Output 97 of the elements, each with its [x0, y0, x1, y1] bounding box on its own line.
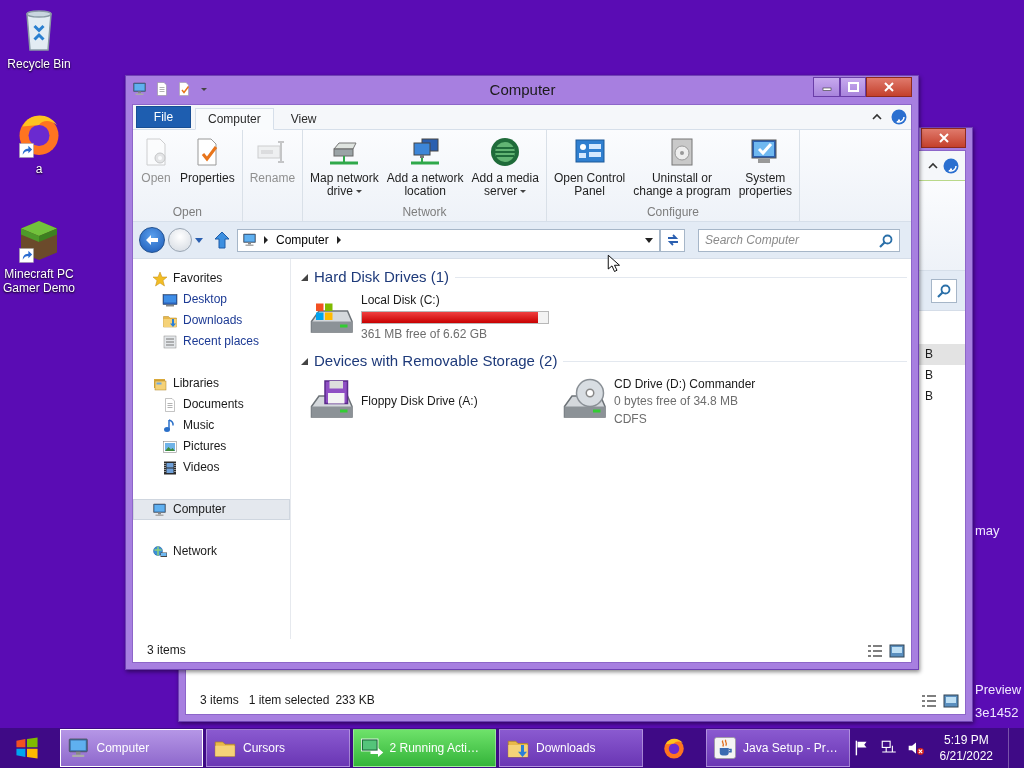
- ribbon-button[interactable]: System properties: [734, 134, 797, 200]
- refresh-button[interactable]: [661, 228, 685, 252]
- taskbar-button[interactable]: Java Setup - Pr…: [706, 729, 850, 767]
- group-label: Open: [171, 204, 204, 219]
- desktop-icon: [162, 291, 178, 308]
- close-button[interactable]: [866, 77, 912, 97]
- clock-time[interactable]: 5:19 PM: [939, 732, 993, 748]
- caret-icon[interactable]: [201, 87, 207, 91]
- search-field[interactable]: Search Computer: [698, 228, 900, 252]
- window-title: Computer: [488, 80, 557, 99]
- desktop-text: may: [975, 523, 1000, 539]
- arrow-up-icon: [214, 231, 230, 249]
- nav-item[interactable]: Computer: [133, 499, 290, 520]
- desktop-icon-label[interactable]: a: [0, 162, 79, 177]
- browser-icon: [662, 736, 687, 760]
- drive-details: CDFS: [614, 411, 648, 427]
- windows-logo-icon: [14, 735, 41, 761]
- nav-item[interactable]: Libraries: [133, 373, 290, 394]
- nav-item[interactable]: Pictures: [133, 436, 290, 457]
- refresh-icon: [665, 233, 680, 247]
- group-header: Devices with Removable Storage (2): [314, 352, 558, 370]
- desktop-icon-label[interactable]: Minecraft PC Gamer Demo: [0, 267, 79, 296]
- ribbon-button[interactable]: Add a network location: [382, 134, 468, 200]
- close-button[interactable]: [921, 128, 966, 148]
- maximize-button[interactable]: [840, 77, 866, 97]
- chevron-icon: [263, 236, 269, 244]
- desktop-text: Preview: [975, 682, 1022, 698]
- group-header: Hard Disk Drives (1): [314, 268, 449, 286]
- ribbon-button[interactable]: Add a media server: [467, 134, 543, 200]
- drive-name[interactable]: Local Disk (C:): [361, 293, 549, 308]
- nav-item[interactable]: Network: [133, 541, 290, 562]
- nav-item[interactable]: Favorites: [133, 268, 290, 289]
- desktop-icon-label[interactable]: Recycle Bin: [0, 57, 79, 72]
- item-count: 3 items: [147, 643, 186, 658]
- media-server-icon: [489, 136, 522, 168]
- nav-item[interactable]: Music: [133, 415, 290, 436]
- up-button[interactable]: [214, 231, 230, 249]
- page-icon: [154, 81, 170, 97]
- taskbar-button[interactable]: Cursors: [206, 729, 350, 767]
- star-icon: [152, 270, 168, 287]
- network-icon: [152, 543, 168, 560]
- breadcrumb-item[interactable]: Computer: [274, 232, 331, 248]
- minimize-button[interactable]: [813, 77, 840, 97]
- arrow-left-icon: [145, 234, 159, 246]
- ribbon-tab[interactable]: View: [277, 108, 330, 130]
- desktop-text: 3e1452: [975, 705, 1019, 721]
- computer-icon: [66, 736, 91, 760]
- item-count: 3 items: [200, 693, 239, 708]
- drive-name[interactable]: CD Drive (D:) Commander: [614, 377, 756, 392]
- selection-info: 1 item selected: [248, 693, 330, 708]
- group-label: Network: [401, 204, 448, 219]
- group-label: Configure: [645, 204, 700, 219]
- file-size-cell-text: B: [924, 388, 934, 406]
- details-view-icon: [867, 643, 883, 658]
- tiles-view-icon: [889, 643, 905, 658]
- nav-item[interactable]: Recent places: [133, 331, 290, 352]
- coffee-cup-icon: [713, 736, 738, 760]
- maximize-icon: [847, 82, 859, 92]
- network-location-icon: [409, 136, 442, 168]
- address-bar[interactable]: Computer: [237, 228, 661, 252]
- computer-icon: [132, 81, 148, 97]
- ribbon-button[interactable]: Open Control Panel: [549, 134, 630, 200]
- search-icon: [879, 233, 893, 248]
- drive-details: 361 MB free of 6.62 GB: [361, 326, 489, 341]
- ribbon-button[interactable]: Uninstall or change a program: [629, 134, 735, 200]
- search-button[interactable]: [931, 278, 957, 303]
- recent-places-icon: [162, 333, 178, 350]
- selection-size: 233 KB: [335, 693, 375, 708]
- nav-item[interactable]: Downloads: [133, 310, 290, 331]
- computer-icon: [242, 232, 258, 248]
- search-icon: [937, 283, 951, 298]
- back-button[interactable]: [139, 227, 165, 253]
- tiles-view-icon: [943, 693, 959, 708]
- close-icon: [938, 133, 949, 143]
- picture-icon: [162, 438, 178, 455]
- help-icon: [943, 157, 959, 174]
- clock-date[interactable]: 6/21/2022: [939, 748, 993, 764]
- details-view-icon: [921, 693, 937, 708]
- nav-item[interactable]: Desktop: [133, 289, 290, 310]
- film-icon: [162, 459, 178, 476]
- ribbon-button[interactable]: Properties: [176, 134, 239, 187]
- file-tab[interactable]: File: [136, 106, 191, 128]
- drive-name[interactable]: Floppy Disk Drive (A:): [361, 394, 478, 409]
- help-icon: [891, 109, 907, 125]
- chevron-icon: [335, 236, 342, 244]
- document-icon: [162, 396, 178, 413]
- properties-icon: [176, 81, 192, 97]
- computer-icon: [152, 501, 168, 518]
- close-icon: [884, 82, 894, 92]
- ribbon-tab[interactable]: Computer: [195, 108, 274, 130]
- file-size-cell-text: B: [924, 367, 934, 385]
- copy-window-icon: [359, 736, 384, 760]
- nav-item[interactable]: Documents: [133, 394, 290, 415]
- drive-details: 0 bytes free of 34.8 MB: [614, 394, 740, 409]
- taskbar-button[interactable]: Downloads: [499, 729, 643, 767]
- nav-item[interactable]: Videos: [133, 457, 290, 478]
- ribbon-button[interactable]: Map network drive: [306, 134, 383, 200]
